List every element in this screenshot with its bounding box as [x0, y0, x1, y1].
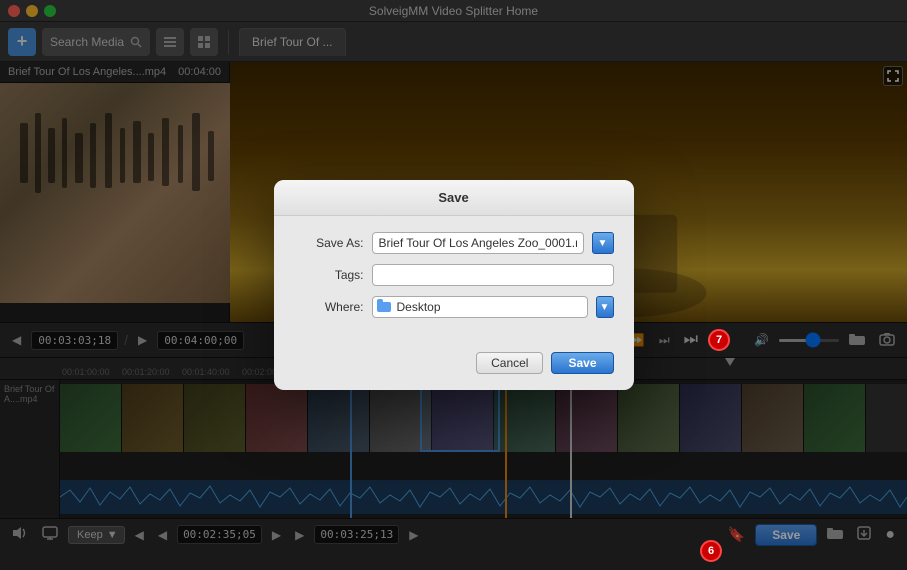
modal-title: Save: [274, 180, 634, 216]
modal-body: Save As: ▼ Tags: Where: Desktop ▼: [274, 216, 634, 344]
where-dropdown-button[interactable]: ▼: [596, 296, 614, 318]
save-as-label: Save As:: [294, 236, 364, 250]
modal-buttons: Cancel Save: [274, 344, 634, 390]
tags-input[interactable]: [372, 264, 614, 286]
cancel-button[interactable]: Cancel: [476, 352, 543, 374]
where-row: Where: Desktop ▼: [294, 296, 614, 318]
where-value: Desktop: [397, 300, 441, 314]
save-as-row: Save As: ▼: [294, 232, 614, 254]
tags-label: Tags:: [294, 268, 364, 282]
tags-row: Tags:: [294, 264, 614, 286]
save-dialog: Save Save As: ▼ Tags: Where: Desktop ▼ C: [274, 180, 634, 390]
annotation-6: 6: [700, 540, 722, 562]
modal-save-button[interactable]: Save: [551, 352, 613, 374]
annotation-7: 7: [708, 329, 730, 351]
modal-overlay: Save Save As: ▼ Tags: Where: Desktop ▼ C: [0, 0, 907, 570]
save-as-dropdown-button[interactable]: ▼: [592, 232, 614, 254]
save-as-input[interactable]: [372, 232, 584, 254]
folder-icon: [377, 302, 391, 312]
where-select[interactable]: Desktop: [372, 296, 588, 318]
where-label: Where:: [294, 300, 364, 314]
